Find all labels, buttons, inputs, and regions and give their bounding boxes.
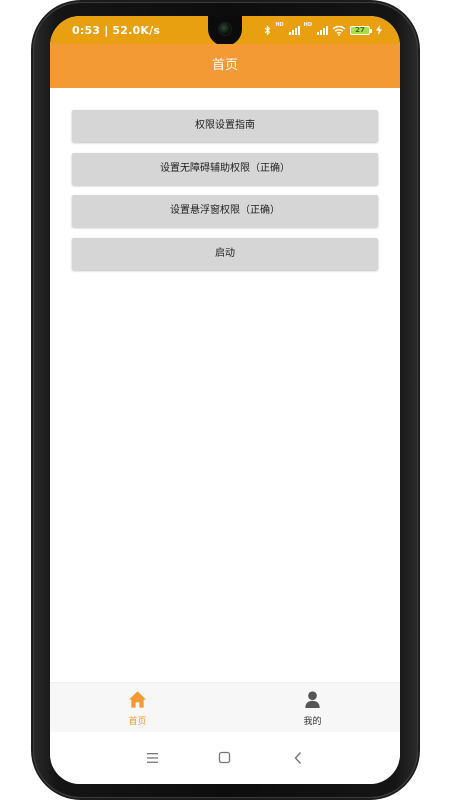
bluetooth-icon — [264, 24, 271, 36]
back-icon[interactable] — [293, 751, 303, 765]
signal-icon — [288, 25, 300, 35]
battery-icon: 27 — [350, 25, 372, 35]
status-time-speed: 0:53 | 52.0K/s — [72, 24, 161, 37]
signal-label-2: HD — [303, 22, 312, 28]
main-content: 权限设置指南 设置无障碍辅助权限（正确） 设置悬浮窗权限（正确） 启动 — [50, 88, 400, 682]
device-mockup: 0:53 | 52.0K/s HD HD 27 首页 权限设置指南 设置无障碍辅… — [0, 0, 450, 800]
menu-icon[interactable] — [146, 752, 160, 764]
tab-mine-label: 我的 — [303, 717, 322, 727]
person-icon — [305, 691, 320, 709]
page-title: 首页 — [211, 58, 238, 73]
bottom-tab-bar: 首页 我的 — [50, 682, 400, 732]
tab-home[interactable]: 首页 — [50, 683, 225, 733]
signal-label: HD — [275, 22, 284, 28]
status-icons: HD HD 27 — [264, 23, 382, 37]
tab-mine[interactable]: 我的 — [225, 683, 400, 733]
signal-icon-2 — [317, 25, 328, 35]
home-icon — [128, 691, 147, 708]
charging-icon — [376, 25, 382, 35]
front-camera — [218, 22, 232, 36]
system-nav-bar — [50, 732, 400, 784]
app-bar: 首页 — [50, 44, 400, 88]
tab-home-label: 首页 — [128, 717, 147, 727]
phone-screen: 0:53 | 52.0K/s HD HD 27 首页 权限设置指南 设置无障碍辅… — [50, 16, 400, 784]
start-button[interactable]: 启动 — [72, 238, 378, 270]
wifi-icon — [332, 25, 346, 36]
home-square-icon[interactable] — [218, 751, 232, 765]
accessibility-permission-button[interactable]: 设置无障碍辅助权限（正确） — [72, 153, 378, 185]
overlay-permission-button[interactable]: 设置悬浮窗权限（正确） — [72, 195, 378, 227]
permission-guide-button[interactable]: 权限设置指南 — [72, 110, 378, 142]
